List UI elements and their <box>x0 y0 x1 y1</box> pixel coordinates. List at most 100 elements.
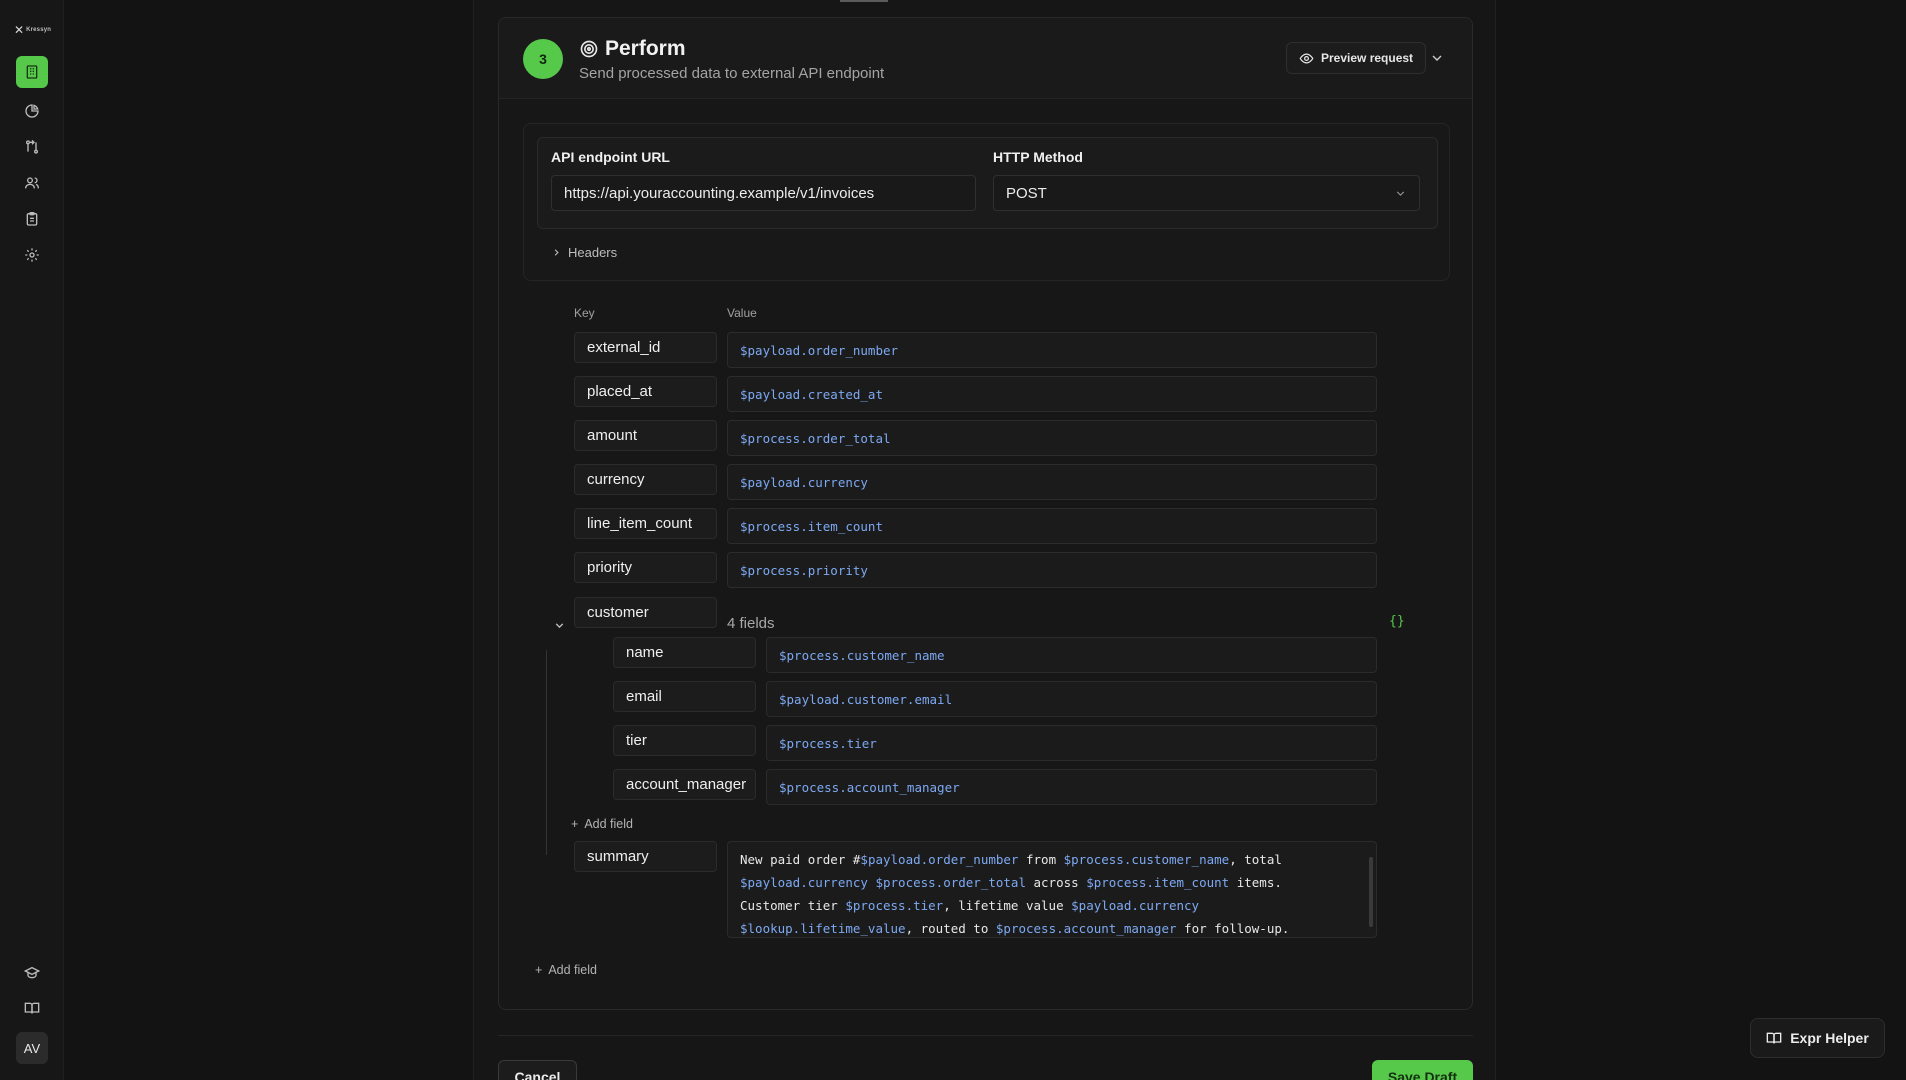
summary-variable-token: $process.customer_name <box>1063 852 1230 867</box>
nested-guide-line <box>546 650 547 855</box>
summary-scrollbar[interactable] <box>1369 857 1373 927</box>
field-value-input[interactable]: $payload.created_at <box>727 376 1377 412</box>
nested-field-value-input[interactable]: $process.account_manager <box>766 769 1377 805</box>
summary-variable-token: $lookup.lifetime_value <box>740 921 906 936</box>
scroll-indicator <box>840 0 888 2</box>
plus-icon: + <box>535 963 543 977</box>
field-key-input[interactable]: placed_at <box>574 376 717 407</box>
sidebar-item-learn[interactable] <box>16 957 48 989</box>
field-key-input[interactable]: summary <box>574 841 717 872</box>
sidebar-item-reports[interactable] <box>16 203 48 235</box>
summary-text: for follow-up. <box>1176 921 1290 936</box>
sidebar-item-users[interactable] <box>16 167 48 199</box>
field-value-input[interactable]: $process.item_count <box>727 508 1377 544</box>
field-value-input[interactable]: $payload.currency <box>727 464 1377 500</box>
add-field-button[interactable]: + Add field <box>535 963 597 977</box>
headers-toggle[interactable]: Headers <box>551 245 617 260</box>
summary-template-textarea[interactable]: New paid order #$payload.order_number fr… <box>727 841 1377 938</box>
field-key-input[interactable]: currency <box>574 464 717 495</box>
summary-line: New paid order #$payload.order_number fr… <box>740 848 1364 871</box>
summary-text: from <box>1018 852 1064 867</box>
summary-variable-token: $process.item_count <box>1086 875 1230 890</box>
summary-variable-token: $payload.currency <box>740 875 868 890</box>
summary-text: across <box>1025 875 1087 890</box>
summary-variable-token: $payload.order_number <box>860 852 1019 867</box>
summary-variable-token: $process.order_total <box>875 875 1026 890</box>
summary-text: New paid order # <box>740 852 861 867</box>
http-method-value: POST <box>1006 184 1047 202</box>
nested-field-value-input[interactable]: $process.customer_name <box>766 637 1377 673</box>
field-value-input[interactable]: $process.order_total <box>727 420 1377 456</box>
summary-variable-token: $process.account_manager <box>995 921 1177 936</box>
sidebar-item-docs[interactable] <box>16 992 48 1024</box>
headers-label: Headers <box>568 245 618 260</box>
summary-variable-token: $process.tier <box>845 898 944 913</box>
summary-line: $payload.currency $process.order_total a… <box>740 871 1364 894</box>
nested-field-key-input[interactable]: tier <box>613 725 756 756</box>
nested-field-value-input[interactable]: $process.tier <box>766 725 1377 761</box>
app-logo[interactable]: ✕ Kressyn <box>14 24 51 36</box>
field-value-input[interactable]: $payload.order_number <box>727 332 1377 368</box>
json-braces-icon[interactable]: {} <box>1389 614 1405 629</box>
step-title: Perform <box>605 37 686 60</box>
summary-text: , lifetime value <box>943 898 1072 913</box>
chevron-right-icon <box>554 249 559 256</box>
sidebar-item-settings[interactable] <box>16 239 48 271</box>
nested-object-key-input[interactable]: customer <box>574 597 717 628</box>
nested-field-key-input[interactable]: email <box>613 681 756 712</box>
chevron-down-icon[interactable] <box>553 619 566 632</box>
step-card: 3 Perform Send processed data to externa… <box>498 17 1473 1010</box>
step-subtitle: Send processed data to external API endp… <box>579 65 885 82</box>
pie-chart-icon <box>25 104 39 118</box>
summary-text: , total <box>1229 852 1282 867</box>
sidebar-item-dashboard[interactable] <box>16 56 48 88</box>
workflow-icon <box>26 139 38 154</box>
field-key-input[interactable]: priority <box>574 552 717 583</box>
endpoint-fields: API endpoint URL https://api.youraccount… <box>537 137 1438 229</box>
preview-request-label: Preview request <box>1321 51 1414 65</box>
endpoint-section: API endpoint URL https://api.youraccount… <box>523 123 1450 281</box>
sidebar-item-workflows[interactable] <box>16 131 48 163</box>
nested-field-key-input[interactable]: account_manager <box>613 769 756 800</box>
plus-icon: + <box>571 817 579 831</box>
summary-text: , routed to <box>905 921 996 936</box>
summary-text: items. <box>1229 875 1282 890</box>
expr-helper-label: Expr Helper <box>1790 1030 1869 1046</box>
http-method-label: HTTP Method <box>993 149 1083 165</box>
expr-helper-button[interactable]: Expr Helper <box>1750 1018 1885 1058</box>
key-column-header: Key <box>574 306 595 320</box>
step-header: 3 Perform Send processed data to externa… <box>499 18 1472 99</box>
summary-text: Customer tier <box>740 898 846 913</box>
avatar[interactable]: AV <box>16 1032 48 1064</box>
api-url-input[interactable]: https://api.youraccounting.example/v1/in… <box>551 175 976 211</box>
summary-line: Customer tier $process.tier, lifetime va… <box>740 894 1364 917</box>
summary-line: $lookup.lifetime_value, routed to $proce… <box>740 917 1364 937</box>
nested-field-value-input[interactable]: $payload.customer.email <box>766 681 1377 717</box>
logo-text: Kressyn <box>26 27 52 33</box>
field-key-input[interactable]: external_id <box>574 332 717 363</box>
clipboard-icon <box>26 212 38 226</box>
chevron-down-icon <box>1396 191 1405 196</box>
field-value-input[interactable]: $process.priority <box>727 552 1377 588</box>
summary-variable-token: $payload.currency <box>1071 898 1200 913</box>
add-field-label: Add field <box>548 963 597 977</box>
field-key-input[interactable]: amount <box>574 420 717 451</box>
step-number-badge: 3 <box>523 39 563 79</box>
book-open-icon <box>1766 1032 1782 1044</box>
chevron-down-icon[interactable] <box>1429 50 1445 66</box>
users-icon <box>25 177 39 189</box>
target-icon <box>580 40 598 58</box>
sidebar-item-analytics[interactable] <box>16 95 48 127</box>
value-column-header: Value <box>727 306 757 320</box>
add-nested-field-button[interactable]: + Add field <box>571 817 633 831</box>
nested-field-key-input[interactable]: name <box>613 637 756 668</box>
nested-field-count: 4 fields <box>727 615 775 632</box>
save-draft-button[interactable]: Save Draft <box>1372 1060 1473 1080</box>
api-url-label: API endpoint URL <box>551 149 670 165</box>
eye-icon <box>1299 52 1314 64</box>
http-method-select[interactable]: POST <box>993 175 1420 211</box>
field-key-input[interactable]: line_item_count <box>574 508 717 539</box>
preview-request-button[interactable]: Preview request <box>1286 42 1427 74</box>
cancel-button[interactable]: Cancel <box>498 1060 577 1080</box>
logo-icon: ✕ <box>14 23 25 37</box>
